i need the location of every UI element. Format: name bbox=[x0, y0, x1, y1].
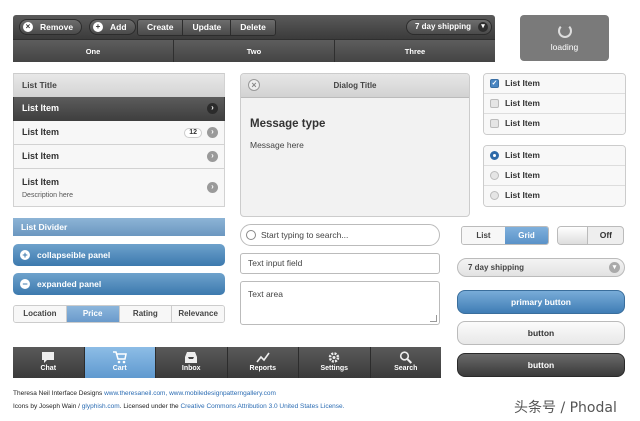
checkbox-item[interactable]: List Item bbox=[484, 114, 625, 134]
update-button[interactable]: Update bbox=[183, 20, 232, 35]
view-list[interactable]: List bbox=[462, 227, 505, 244]
list-divider: List Divider bbox=[13, 218, 225, 236]
add-button[interactable]: + Add bbox=[89, 19, 136, 35]
checkbox-icon bbox=[490, 99, 499, 108]
watermark: 头条号 / Phodal bbox=[514, 400, 617, 416]
spinner-icon bbox=[557, 24, 572, 38]
list-view: List Title List Item › List Item 12 › Li… bbox=[13, 73, 225, 207]
chevron-down-icon: ▾ bbox=[478, 22, 488, 32]
tab-one[interactable]: One bbox=[13, 40, 174, 62]
radio-icon bbox=[490, 191, 499, 200]
remove-button[interactable]: × Remove bbox=[19, 19, 83, 35]
view-grid[interactable]: Grid bbox=[505, 227, 548, 244]
view-segmented-control: List Grid bbox=[461, 226, 549, 245]
inbox-icon bbox=[185, 352, 198, 363]
checkbox-group: ✓ List Item List Item List Item bbox=[483, 73, 626, 135]
count-badge: 12 bbox=[184, 128, 202, 138]
list-title: List Title bbox=[13, 73, 225, 97]
action-segmented-control: Create Update Delete bbox=[137, 19, 276, 36]
tab-inbox[interactable]: Inbox bbox=[156, 347, 228, 378]
chevron-down-icon: ▾ bbox=[609, 262, 620, 273]
chevron-right-icon: › bbox=[207, 127, 218, 138]
text-area[interactable]: Text area bbox=[240, 281, 440, 325]
toggle-switch[interactable]: Off bbox=[557, 226, 624, 245]
dialog-title: Dialog Title bbox=[333, 81, 377, 90]
text-input-field[interactable]: Text input field bbox=[240, 253, 440, 274]
shipping-dropdown[interactable]: 7 day shipping ▾ bbox=[406, 19, 492, 35]
shipping-select[interactable]: 7 day shipping ▾ bbox=[457, 258, 625, 277]
bottom-tab-bar: Chat Cart Inbox Reports Settings Search bbox=[13, 347, 441, 378]
close-icon[interactable]: × bbox=[248, 79, 260, 91]
chevron-right-icon: › bbox=[207, 103, 218, 114]
chevron-right-icon: › bbox=[207, 151, 218, 162]
line-chart-icon bbox=[256, 352, 270, 363]
light-button[interactable]: button bbox=[457, 321, 625, 345]
chat-icon bbox=[42, 352, 55, 363]
list-item[interactable]: List Item 12 › bbox=[13, 121, 225, 145]
checkmark-icon: ✓ bbox=[490, 79, 499, 88]
credits-line-2: Icons by Joseph Wain / glyphish.com. Lic… bbox=[13, 403, 345, 410]
tab-three[interactable]: Three bbox=[335, 40, 495, 62]
list-item[interactable]: List Item › bbox=[13, 145, 225, 169]
minus-icon: − bbox=[20, 279, 30, 289]
tab-chat[interactable]: Chat bbox=[13, 347, 85, 378]
link-license[interactable]: Creative Commons Attribution 3.0 United … bbox=[180, 403, 344, 410]
create-button[interactable]: Create bbox=[138, 20, 184, 35]
toggle-knob bbox=[558, 227, 588, 244]
checkbox-item[interactable]: List Item bbox=[484, 94, 625, 114]
sort-rating[interactable]: Rating bbox=[119, 306, 173, 322]
gear-icon bbox=[329, 352, 340, 363]
close-icon: × bbox=[23, 22, 33, 32]
dialog: × Dialog Title Message type Message here bbox=[240, 73, 470, 217]
tab-search[interactable]: Search bbox=[371, 347, 442, 378]
sort-relevance[interactable]: Relevance bbox=[172, 306, 224, 322]
chevron-right-icon: › bbox=[207, 182, 218, 193]
checkbox-item[interactable]: ✓ List Item bbox=[484, 74, 625, 94]
list-item[interactable]: List Item › bbox=[13, 97, 225, 121]
top-tab-bar: One Two Three bbox=[13, 39, 495, 62]
tab-reports[interactable]: Reports bbox=[228, 347, 299, 378]
loading-indicator: loading bbox=[520, 15, 609, 61]
dialog-message: Message here bbox=[250, 140, 304, 150]
expanded-panel[interactable]: − expanded panel bbox=[13, 273, 225, 295]
search-icon bbox=[399, 351, 412, 364]
radio-item[interactable]: List Item bbox=[484, 186, 625, 206]
checkbox-icon bbox=[490, 119, 499, 128]
link-glyphish[interactable]: glyphish.com bbox=[82, 403, 120, 410]
list-item[interactable]: List Item Description here › bbox=[13, 169, 225, 207]
sort-segmented-control: Location Price Rating Relevance bbox=[13, 305, 225, 323]
tab-two[interactable]: Two bbox=[174, 40, 335, 62]
cart-icon bbox=[112, 351, 127, 364]
list-item-description: Description here bbox=[22, 192, 73, 199]
collapsible-panel[interactable]: + collapseible panel bbox=[13, 244, 225, 266]
radio-icon bbox=[490, 171, 499, 180]
radio-group: List Item List Item List Item bbox=[483, 145, 626, 207]
plus-icon: + bbox=[20, 250, 30, 260]
search-input[interactable]: Start typing to search... bbox=[240, 224, 440, 246]
tab-cart[interactable]: Cart bbox=[84, 347, 156, 378]
radio-selected-icon bbox=[490, 151, 499, 160]
link-theresaneil[interactable]: www.theresaneil.com, bbox=[104, 390, 167, 397]
dialog-header: × Dialog Title bbox=[241, 74, 469, 98]
resize-handle-icon[interactable] bbox=[430, 315, 437, 322]
sort-price[interactable]: Price bbox=[66, 306, 120, 322]
sort-location[interactable]: Location bbox=[14, 306, 67, 322]
top-toolbar: × Remove + Add Create Update Delete 7 day … bbox=[13, 15, 495, 39]
dark-button[interactable]: button bbox=[457, 353, 625, 377]
plus-icon: + bbox=[93, 22, 103, 32]
radio-item[interactable]: List Item bbox=[484, 146, 625, 166]
tab-settings[interactable]: Settings bbox=[299, 347, 371, 378]
delete-button[interactable]: Delete bbox=[231, 20, 275, 35]
link-mobiledesign[interactable]: www.mobiledesignpatterngallery.com bbox=[169, 390, 276, 397]
search-icon bbox=[246, 230, 256, 240]
radio-item[interactable]: List Item bbox=[484, 166, 625, 186]
credits-line-1: Theresa Neil Interface Designs www.there… bbox=[13, 390, 276, 397]
dialog-heading: Message type bbox=[250, 118, 326, 130]
primary-button[interactable]: primary button bbox=[457, 290, 625, 314]
